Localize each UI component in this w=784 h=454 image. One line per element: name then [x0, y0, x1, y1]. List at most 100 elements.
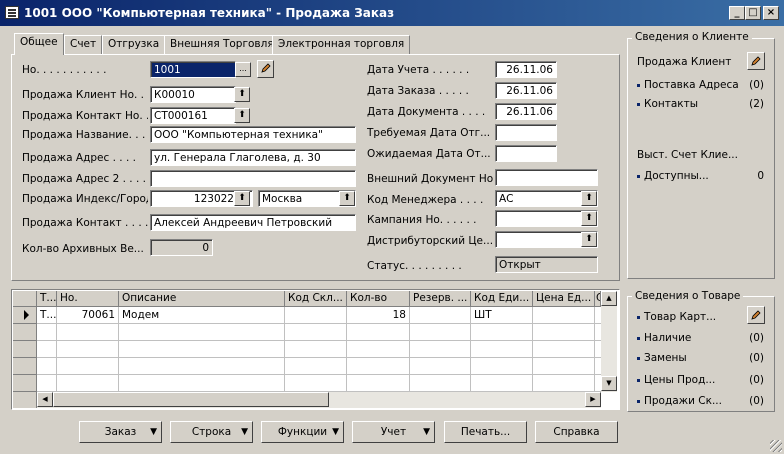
- scroll-right-icon[interactable]: ▶: [585, 392, 601, 407]
- contact-no-field[interactable]: СТ000161: [150, 107, 236, 124]
- sales-prices-count: (0): [749, 374, 764, 386]
- name-field[interactable]: ООО "Компьютерная техника": [150, 126, 356, 143]
- lookup-arrow-icon[interactable]: ⬆: [581, 191, 597, 206]
- col-quantity-header[interactable]: Кол-во: [347, 291, 410, 307]
- pencil-icon[interactable]: [747, 306, 765, 324]
- col-uom-header[interactable]: Код Еди...: [471, 291, 533, 307]
- bullet-icon: [637, 399, 640, 403]
- posting-date-label: Дата Учета . . . . . .: [367, 64, 470, 76]
- col-description-header[interactable]: Описание: [119, 291, 285, 307]
- row-selector[interactable]: [13, 307, 37, 324]
- availability-link[interactable]: Наличие: [637, 331, 691, 345]
- requested-date-field[interactable]: [495, 124, 557, 141]
- contact-field[interactable]: Алексей Андреевич Петровский: [150, 214, 356, 231]
- scroll-left-icon[interactable]: ◀: [37, 392, 53, 407]
- dropdown-arrow-icon: ▼: [423, 427, 430, 437]
- vertical-scrollbar[interactable]: ▲ ▼: [601, 291, 617, 392]
- table-cell-quantity[interactable]: 18: [347, 307, 410, 324]
- bill-to-header: Выст. Счет Клие...: [637, 149, 738, 161]
- post-button-label: Учет: [380, 426, 407, 438]
- status-field: Открыт: [495, 256, 598, 273]
- contact-label: Продажа Контакт . . . .: [22, 217, 148, 229]
- table-cell-location[interactable]: [285, 307, 347, 324]
- horizontal-scrollbar[interactable]: ◀ ▶: [37, 392, 601, 408]
- minimize-button[interactable]: _: [729, 6, 745, 20]
- table-cell-no[interactable]: 70061: [57, 307, 119, 324]
- lookup-arrow-icon[interactable]: ⬆: [234, 87, 250, 102]
- customer-no-field[interactable]: К00010: [150, 86, 236, 103]
- lookup-arrow-icon[interactable]: ⬆: [581, 232, 597, 247]
- ship-to-address-link[interactable]: Поставка Адреса: [637, 78, 739, 92]
- posting-date-field[interactable]: 26.11.06: [495, 61, 557, 78]
- bullet-icon: [637, 83, 640, 87]
- col-unit-price-header[interactable]: Цена Ед...: [533, 291, 595, 307]
- tab-invoicing[interactable]: Счет: [64, 35, 103, 54]
- bullet-icon: [637, 102, 640, 106]
- table-cell-unit-price[interactable]: [533, 307, 595, 324]
- row-selector: [13, 392, 37, 408]
- no-label: Но. . . . . . . . . . .: [22, 64, 107, 76]
- sales-discounts-count: (0): [749, 395, 764, 407]
- col-no-header[interactable]: Но.: [57, 291, 119, 307]
- line-menu-button[interactable]: Строка ▼: [170, 421, 253, 443]
- external-document-field[interactable]: [495, 169, 598, 186]
- external-document-label: Внешний Документ Но...: [367, 173, 493, 185]
- line-button-label: Строка: [191, 426, 232, 438]
- order-menu-button[interactable]: Заказ ▼: [79, 421, 162, 443]
- tab-foreign-trade[interactable]: Внешняя Торговля: [164, 35, 280, 54]
- horizontal-scroll-thumb[interactable]: [53, 392, 329, 407]
- row-selector[interactable]: [13, 358, 37, 375]
- col-reserved-header[interactable]: Резерв. ...: [410, 291, 471, 307]
- bullet-icon: [637, 336, 640, 340]
- contacts-link[interactable]: Контакты: [637, 97, 698, 111]
- pencil-icon[interactable]: [257, 60, 274, 78]
- maximize-button[interactable]: □: [745, 6, 761, 20]
- order-date-field[interactable]: 26.11.06: [495, 82, 557, 99]
- ship-to-address-count: (0): [749, 79, 764, 91]
- address-field[interactable]: ул. Генерала Глаголева, д. 30: [150, 149, 356, 166]
- tab-e-commerce[interactable]: Электронная торговля: [272, 35, 411, 54]
- tab-shipping[interactable]: Отгрузка: [102, 35, 166, 54]
- functions-button-label: Функции: [277, 426, 328, 438]
- customer-header: Продажа Клиент: [637, 56, 732, 68]
- no-field[interactable]: 1001: [150, 61, 236, 78]
- sales-prices-link[interactable]: Цены Прод...: [637, 373, 715, 387]
- col-location-header[interactable]: Код Скл...: [285, 291, 347, 307]
- lookup-arrow-icon[interactable]: ⬆: [339, 191, 355, 206]
- table-cell-reserved[interactable]: [410, 307, 471, 324]
- requested-date-label: Требуемая Дата Отг...: [367, 127, 491, 139]
- row-selector[interactable]: [13, 341, 37, 358]
- address2-field[interactable]: [150, 170, 356, 187]
- table-cell-uom[interactable]: ШТ: [471, 307, 533, 324]
- row-selector[interactable]: [13, 375, 37, 392]
- print-button[interactable]: Печать...: [444, 421, 527, 443]
- contacts-count: (2): [749, 98, 764, 110]
- responsibility-center-label: Дистрибуторский Це...: [367, 235, 493, 247]
- tab-general[interactable]: Общее: [14, 33, 64, 55]
- lookup-arrow-icon[interactable]: ⬆: [234, 108, 250, 123]
- promised-date-field[interactable]: [495, 145, 557, 162]
- resize-grip[interactable]: [770, 440, 782, 452]
- table-cell-description[interactable]: Модем: [119, 307, 285, 324]
- name-label: Продажа Название. . . .: [22, 129, 148, 141]
- pencil-icon[interactable]: [747, 52, 765, 70]
- promised-date-label: Ожидаемая Дата От...: [367, 148, 491, 160]
- available-credit-link[interactable]: Доступны...: [637, 169, 709, 183]
- item-card-link[interactable]: Товар Карт...: [637, 310, 716, 324]
- table-cell-type[interactable]: Т...: [37, 307, 57, 324]
- functions-menu-button[interactable]: Функции ▼: [261, 421, 344, 443]
- post-menu-button[interactable]: Учет ▼: [352, 421, 435, 443]
- document-date-field[interactable]: 26.11.06: [495, 103, 557, 120]
- lookup-arrow-icon[interactable]: ⬆: [234, 191, 250, 206]
- sales-discounts-link[interactable]: Продажи Ск...: [637, 394, 722, 408]
- lookup-arrow-icon[interactable]: ⬆: [581, 211, 597, 226]
- substitutes-link[interactable]: Замены: [637, 351, 687, 365]
- close-button[interactable]: ×: [763, 6, 779, 20]
- assist-edit-button[interactable]: ...: [235, 62, 251, 77]
- row-selector[interactable]: [13, 324, 37, 341]
- campaign-label: Кампания Но. . . . . .: [367, 214, 477, 226]
- col-type-header[interactable]: Т...: [37, 291, 57, 307]
- scroll-up-icon[interactable]: ▲: [601, 291, 617, 306]
- scroll-down-icon[interactable]: ▼: [601, 376, 617, 391]
- help-button[interactable]: Справка: [535, 421, 618, 443]
